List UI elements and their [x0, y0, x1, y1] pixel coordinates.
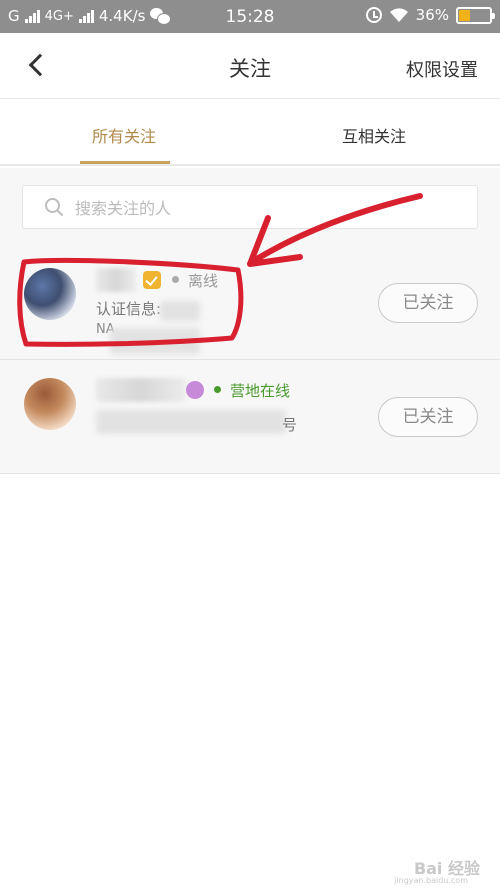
watermark-url: jingyan.baidu.com [394, 876, 468, 885]
wifi-icon [389, 8, 408, 22]
verified-badge-icon [143, 271, 161, 289]
alarm-icon [365, 7, 382, 23]
status-right: 36% [365, 6, 495, 24]
tab-mutual-follows[interactable]: 互相关注 [342, 123, 406, 147]
online-status: 营地在线 [230, 382, 291, 400]
blurred-username [96, 268, 136, 292]
tab-all-follows[interactable]: 所有关注 [92, 123, 156, 147]
verification-info: 认证信息: [96, 300, 162, 318]
search-icon [45, 198, 64, 217]
tab-active-indicator [80, 161, 170, 164]
permission-settings-button[interactable]: 权限设置 [406, 56, 478, 82]
tab-bar: 所有关注 互相关注 [0, 99, 500, 166]
avatar[interactable] [24, 268, 76, 320]
battery-percent: 36% [415, 6, 449, 24]
followed-button[interactable]: 已关注 [378, 397, 478, 437]
offline-dot-icon [172, 276, 179, 283]
avatar[interactable] [24, 378, 76, 430]
blurred-text [110, 328, 200, 354]
online-status: 离线 [188, 272, 219, 290]
follow-list: 离线 认证信息: NA 已关注 营地在线 号 已关注 [0, 246, 500, 474]
search-box[interactable] [22, 185, 478, 229]
list-item[interactable]: 离线 认证信息: NA 已关注 [0, 246, 500, 360]
blurred-text [160, 301, 200, 321]
search-input[interactable] [75, 195, 465, 221]
followed-button[interactable]: 已关注 [378, 283, 478, 323]
blurred-username [96, 378, 186, 402]
battery-icon [456, 6, 495, 24]
list-item[interactable]: 营地在线 号 已关注 [0, 360, 500, 474]
blurred-text [96, 410, 286, 434]
top-header: 关注 权限设置 [0, 33, 500, 99]
vip-badge-icon [186, 381, 204, 399]
search-area [0, 168, 500, 246]
subtitle-tail: 号 [282, 416, 298, 434]
status-bar: G 4G+ 4.4K/s 15:28 36% [0, 0, 500, 33]
online-dot-icon [214, 386, 221, 393]
